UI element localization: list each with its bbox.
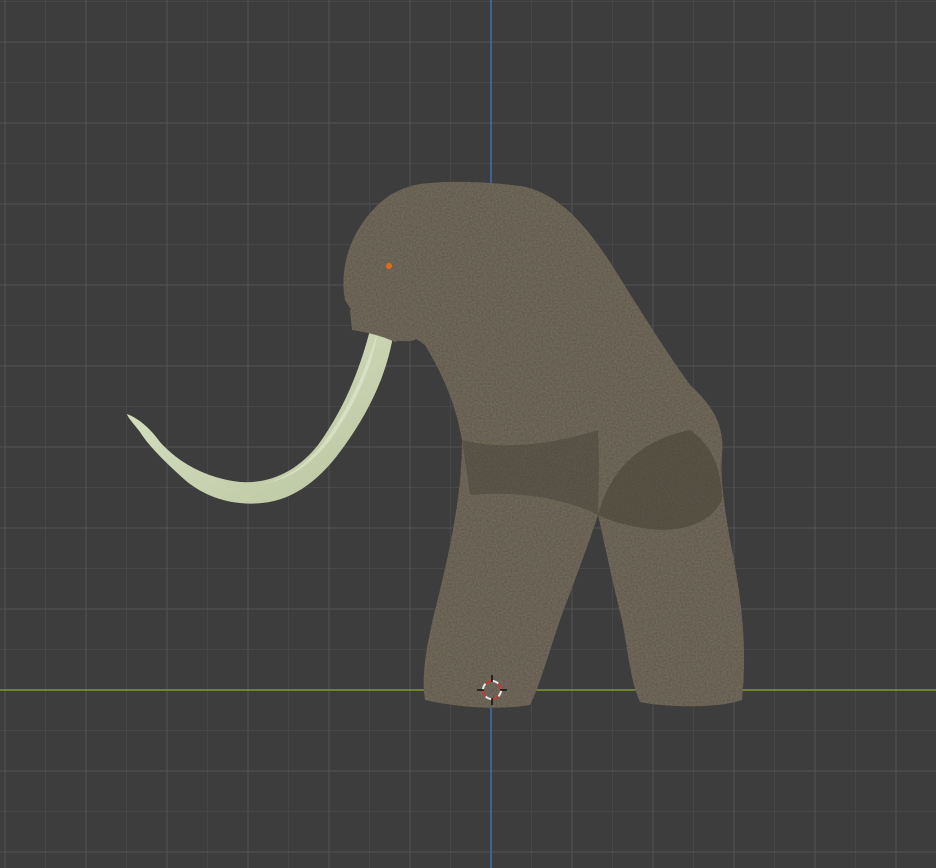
viewport-canvas[interactable] <box>0 0 936 868</box>
mammoth-model[interactable] <box>127 181 745 708</box>
mammoth-eye <box>386 263 392 269</box>
3d-viewport[interactable] <box>0 0 936 868</box>
